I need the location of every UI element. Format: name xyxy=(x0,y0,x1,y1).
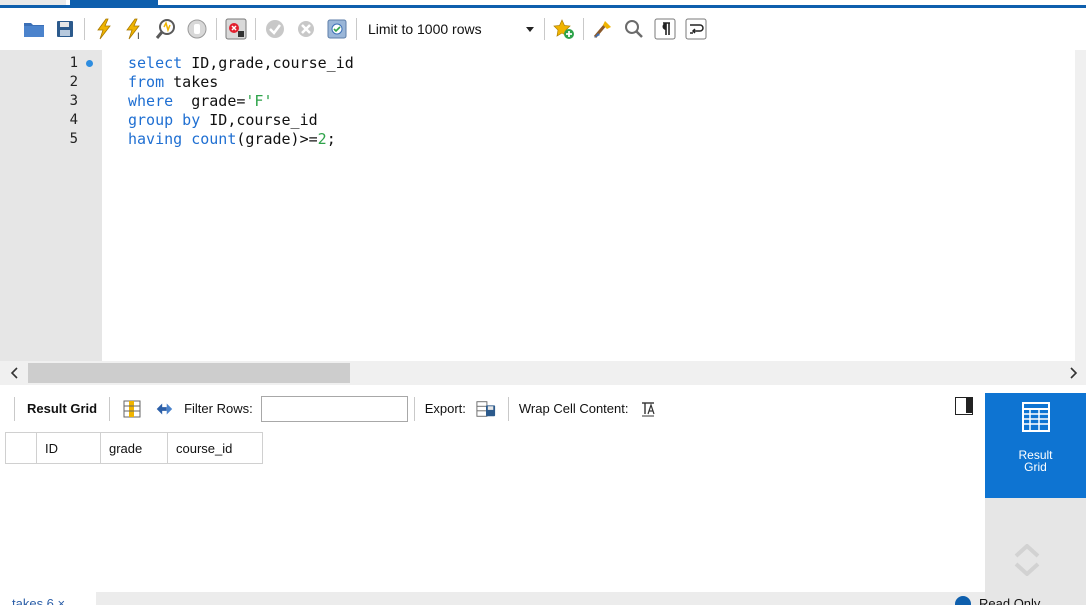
beautify-icon[interactable] xyxy=(591,17,615,41)
explain-icon[interactable] xyxy=(154,17,178,41)
horizontal-scrollbar[interactable] xyxy=(0,361,1086,385)
result-tabs-bar: takes 6 × xyxy=(0,592,985,605)
result-side-panel: Result Grid xyxy=(985,393,1086,605)
filter-rows-input[interactable] xyxy=(260,395,408,422)
result-grid-title[interactable]: Result Grid xyxy=(21,401,103,416)
wrap-icon[interactable] xyxy=(684,17,708,41)
toolbar-separator xyxy=(216,18,217,40)
toolbar-separator xyxy=(14,396,15,421)
toolbar-separator xyxy=(109,396,111,421)
add-snippet-icon[interactable] xyxy=(552,17,576,41)
line-number: 5 xyxy=(69,131,78,147)
sql-keyword: select xyxy=(128,54,183,72)
sql-editor[interactable]: 1 2 3 4 5 select ID,grade,course_id from … xyxy=(0,50,1086,361)
fold-margin xyxy=(102,50,126,361)
result-grid-view-label: Result Grid xyxy=(1018,449,1052,473)
column-header-grade[interactable]: grade xyxy=(101,432,168,464)
toolbar-separator xyxy=(356,18,357,40)
limit-rows-label: Limit to 1000 rows xyxy=(368,21,482,37)
refresh-icon[interactable] xyxy=(154,399,174,419)
read-only-indicator: Read Only xyxy=(955,592,1086,605)
query-tab-active[interactable] xyxy=(70,0,158,5)
sql-keyword: from xyxy=(128,73,165,91)
execute-icon[interactable] xyxy=(92,17,116,41)
result-tab[interactable]: takes 6 × xyxy=(0,592,96,605)
sql-keyword: having xyxy=(128,130,183,148)
sql-text: (grade)>= xyxy=(236,130,318,148)
vertical-scrollbar[interactable] xyxy=(1075,50,1086,361)
toolbar-separator xyxy=(84,18,85,40)
chevron-up-icon[interactable] xyxy=(1012,543,1042,559)
autocommit-icon[interactable] xyxy=(325,17,349,41)
export-icon[interactable] xyxy=(476,399,496,419)
toggle-error-icon[interactable] xyxy=(224,17,248,41)
line-number: 1 xyxy=(69,55,78,71)
sql-text: grade= xyxy=(173,92,246,110)
stop-icon[interactable] xyxy=(185,17,209,41)
filter-rows-label: Filter Rows: xyxy=(184,401,253,416)
result-grid-view-label-line2: Grid xyxy=(1024,460,1047,474)
column-header-id[interactable]: ID xyxy=(37,432,101,464)
toggle-side-panel-icon[interactable] xyxy=(955,397,973,415)
line-number: 2 xyxy=(69,74,78,90)
result-tab-label: takes 6 xyxy=(12,596,54,605)
line-number: 4 xyxy=(69,112,78,128)
invisible-chars-icon[interactable] xyxy=(653,17,677,41)
code-line[interactable]: group by ID,course_id xyxy=(128,111,318,130)
save-icon[interactable] xyxy=(53,17,77,41)
line-number: 3 xyxy=(69,93,78,109)
code-line[interactable]: from takes xyxy=(128,73,218,92)
scroll-left-icon[interactable] xyxy=(6,365,22,381)
toolbar-separator xyxy=(507,396,509,421)
svg-text:I: I xyxy=(137,32,140,40)
grid-layout-icon[interactable] xyxy=(122,399,142,419)
sql-keyword: count xyxy=(191,130,237,148)
export-label: Export: xyxy=(424,401,466,416)
result-grid[interactable]: ID grade course_id xyxy=(5,432,985,592)
chevron-down-icon[interactable] xyxy=(1012,561,1042,577)
sql-toolbar: I Limit to 1000 rows xyxy=(0,8,1086,50)
result-grid-icon xyxy=(1021,402,1050,432)
toolbar-separator xyxy=(544,18,545,40)
column-header-course-id[interactable]: course_id xyxy=(168,432,263,464)
wrap-cell-icon[interactable] xyxy=(638,399,658,419)
query-tab-strip xyxy=(0,0,1086,8)
info-icon xyxy=(955,596,971,605)
row-header-corner[interactable] xyxy=(5,432,37,464)
grid-header-row: ID grade course_id xyxy=(5,432,985,464)
query-tab-inactive[interactable] xyxy=(0,0,66,5)
execute-current-icon[interactable]: I xyxy=(123,17,147,41)
sql-text: takes xyxy=(164,73,219,91)
limit-rows-select[interactable]: Limit to 1000 rows xyxy=(364,16,536,42)
sql-text: ID,grade,course_id xyxy=(182,54,354,72)
line-number-gutter: 1 2 3 4 5 xyxy=(0,50,102,361)
code-line[interactable]: having count(grade)>=2; xyxy=(128,130,336,149)
commit-icon[interactable] xyxy=(263,17,287,41)
find-icon[interactable] xyxy=(622,17,646,41)
wrap-cell-label: Wrap Cell Content: xyxy=(518,401,629,416)
sql-literal: 2 xyxy=(317,130,327,148)
sql-keyword: group by xyxy=(128,111,201,129)
toolbar-separator xyxy=(583,18,584,40)
sql-text: ID,course_id xyxy=(200,111,318,129)
scroll-right-icon[interactable] xyxy=(1066,365,1082,381)
code-line[interactable]: select ID,grade,course_id xyxy=(128,54,354,73)
result-toolbar: Result Grid Filter Rows: Export: Wrap Ce… xyxy=(0,385,985,432)
sql-editor-window: I Limit to 1000 rows 1 2 3 4 5 select ID… xyxy=(0,0,1086,605)
toolbar-separator xyxy=(255,18,256,40)
sql-keyword: where xyxy=(128,92,174,110)
rollback-icon[interactable] xyxy=(294,17,318,41)
chevron-down-icon[interactable] xyxy=(524,24,536,34)
scrollbar-thumb[interactable] xyxy=(28,363,350,383)
open-folder-icon[interactable] xyxy=(22,17,46,41)
read-only-label: Read Only xyxy=(979,596,1041,605)
result-grid-view-button[interactable]: Result Grid xyxy=(985,393,1086,498)
statement-marker-icon xyxy=(86,60,93,67)
sql-literal: 'F' xyxy=(245,92,273,110)
sql-text: ; xyxy=(326,130,336,148)
toolbar-separator xyxy=(413,396,415,421)
code-line[interactable]: where grade='F' xyxy=(128,92,273,111)
close-icon[interactable]: × xyxy=(58,596,66,605)
